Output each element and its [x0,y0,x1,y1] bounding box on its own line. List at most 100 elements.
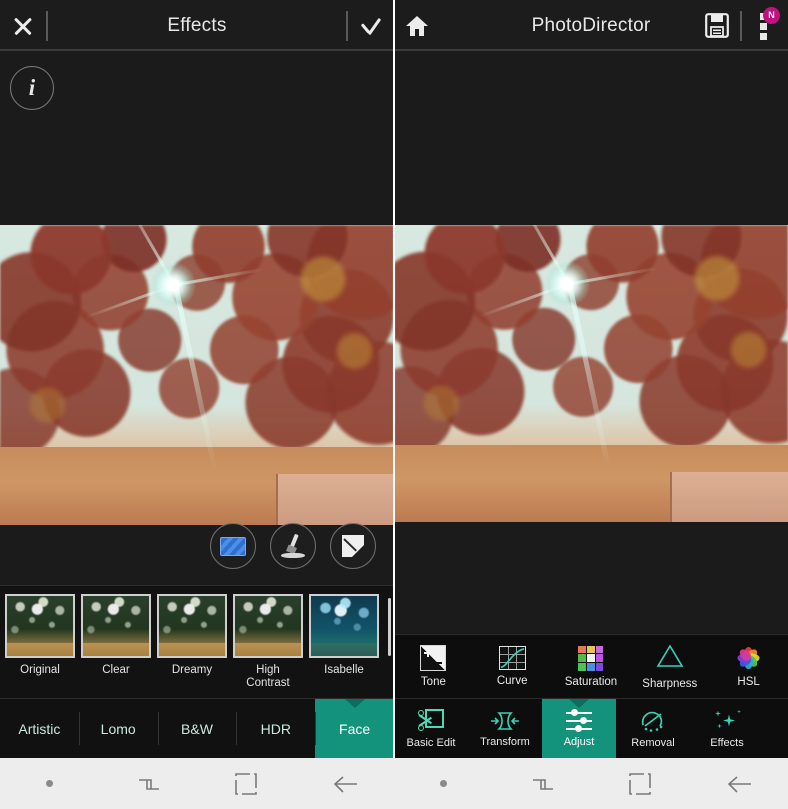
tool-hsl[interactable]: HSL [709,645,788,688]
navbar-right-half [394,758,788,809]
overflow-menu-icon: N [754,6,780,40]
overflow-menu-button[interactable]: N [742,0,788,51]
tab-label: HDR [260,720,291,737]
photo-warm-overlay [0,225,394,525]
swap-recents-icon [531,775,553,793]
filter-scrollbar[interactable] [388,598,391,656]
nav-label: Adjust [563,735,595,748]
nav-dot-button[interactable] [0,780,99,787]
filter-item[interactable]: Dreamy [154,594,230,677]
tab-label: B&W [181,720,213,737]
square-home-icon [629,772,652,795]
filter-item[interactable]: High Contrast [230,594,306,690]
mask-mode-buttons [210,523,376,569]
saturation-grid-icon [578,645,604,671]
tab-label: Lomo [100,720,136,737]
confirm-button[interactable] [348,0,394,51]
effect-category-tabs: Artistic Lomo B&W HDR Face [0,698,394,758]
nav-label: Effects [710,736,744,749]
android-navigation-bar [0,758,788,809]
photo-preview-right[interactable] [394,225,788,522]
filter-thumbnail [157,594,227,658]
nav-label: Basic Edit [406,736,456,749]
back-arrow-icon [332,774,358,794]
tool-label: Sharpness [642,677,698,690]
nav-back-button[interactable] [296,774,395,794]
main-tool-nav: Basic Edit Transform Adjust Removal Effe… [394,698,788,758]
swap-recents-icon [137,775,159,793]
left-appbar-title: Effects [167,14,227,36]
save-floppy-icon [705,13,729,38]
navbar-left-half [0,758,394,809]
filter-label: High Contrast [246,664,290,690]
info-button[interactable]: i [10,66,54,110]
eraser-page-icon [342,535,364,557]
nav-recents-button[interactable] [493,775,592,793]
nav-splash[interactable]: Sp [764,699,788,758]
transform-arrows-icon [490,710,520,732]
tab-label: Face [339,720,371,737]
panel-divider [393,0,395,809]
tab-bw[interactable]: B&W [157,699,237,758]
nav-back-button[interactable] [690,774,788,794]
close-button[interactable] [0,0,46,51]
right-panel-photodirector: PhotoDirector N Tone Curve Saturation Sh… [394,0,788,809]
filter-thumbnail-strip[interactable]: Original Clear Dreamy High Contrast Isab… [0,585,394,698]
photo-warm-overlay [394,225,788,522]
brush-tool-button[interactable] [270,523,316,569]
tool-saturation[interactable]: Saturation [552,645,631,688]
left-appbar: Effects [0,0,394,51]
save-button[interactable] [694,0,740,51]
dot-icon [439,780,447,787]
nav-recents-button[interactable] [99,775,198,793]
removal-wand-icon [639,709,667,733]
photo-preview-left[interactable] [0,225,394,525]
nav-basic-edit[interactable]: Basic Edit [394,699,468,758]
sparkle-icon [713,709,741,733]
home-icon [406,15,428,36]
filter-thumbnail [81,594,151,658]
tab-hdr[interactable]: HDR [236,699,315,758]
nav-home-button[interactable] [197,772,296,795]
tab-lomo[interactable]: Lomo [78,699,158,758]
filter-label: Isabelle [324,664,364,676]
right-appbar: PhotoDirector N [394,0,788,51]
nav-effects[interactable]: Effects [690,699,764,758]
striped-rectangle-icon [220,536,246,556]
scissors-crop-icon [418,708,444,733]
nav-removal[interactable]: Removal [616,699,690,758]
brush-icon [280,533,306,558]
filter-item[interactable]: Clear [78,594,154,677]
tab-face[interactable]: Face [315,699,394,758]
info-icon: i [28,75,36,100]
filter-label: Original [20,664,60,676]
notification-badge: N [763,6,780,24]
appbar-divider-left [46,10,48,41]
adjust-tools-row: Tone Curve Saturation Sharpness HSL [394,634,788,698]
tool-label: Curve [496,675,528,687]
tool-tone[interactable]: Tone [394,645,473,688]
dot-icon [45,780,53,787]
nav-label: Removal [631,736,675,749]
filter-item[interactable]: Original [2,594,78,677]
filter-thumbnail [233,594,303,658]
nav-transform[interactable]: Transform [468,699,542,758]
tab-label: Artistic [18,720,61,737]
curve-icon [498,646,526,670]
nav-adjust[interactable]: Adjust [542,699,616,758]
eraser-tool-button[interactable] [330,523,376,569]
square-home-icon [235,772,258,795]
filter-label: Dreamy [171,664,213,676]
tool-curve[interactable]: Curve [473,646,552,687]
tool-sharpness[interactable]: Sharpness [630,643,709,690]
filter-item[interactable]: Isabelle [306,594,382,677]
home-button[interactable] [394,0,440,51]
hsl-color-wheel-icon [736,645,762,671]
nav-home-button[interactable] [591,772,690,795]
nav-dot-button[interactable] [394,780,493,787]
tab-artistic[interactable]: Artistic [0,699,79,758]
sliders-icon [566,708,592,732]
tool-label: Tone [420,676,446,688]
filter-thumbnail [309,594,379,658]
mask-tool-button[interactable] [210,523,256,569]
